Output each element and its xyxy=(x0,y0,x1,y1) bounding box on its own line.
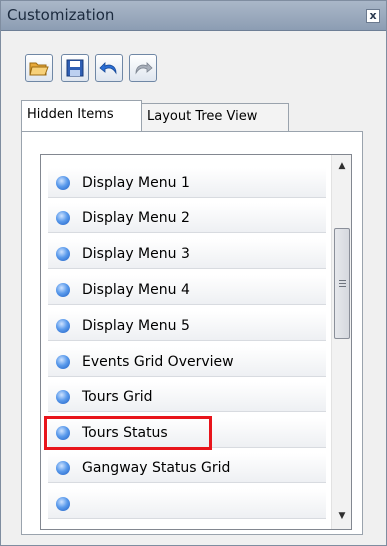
bullet-icon xyxy=(56,319,70,333)
list-item[interactable]: Display Menu 3 xyxy=(48,239,326,269)
scroll-thumb[interactable] xyxy=(334,228,350,339)
list-item-label: Tours Grid xyxy=(82,389,153,405)
tab-strip: Hidden Items Layout Tree View xyxy=(21,100,321,132)
list-item-label: Display Menu 2 xyxy=(82,210,190,226)
tab-layout-tree-view[interactable]: Layout Tree View xyxy=(141,103,289,131)
list-item-label: Display Menu 3 xyxy=(82,246,190,262)
close-button[interactable]: x xyxy=(366,9,380,23)
hidden-items-list[interactable]: Display Menu 1 Display Menu 2 Display Me… xyxy=(40,154,352,530)
undo-button[interactable] xyxy=(95,54,123,82)
scroll-up-arrow-icon[interactable]: ▲ xyxy=(332,157,351,175)
list-item[interactable]: Display Menu 4 xyxy=(48,275,326,305)
redo-arrow-icon xyxy=(135,62,153,75)
list-item[interactable]: Gangway Status Grid xyxy=(48,453,326,483)
grip-icon xyxy=(339,280,346,287)
list-item[interactable]: Display Menu 2 xyxy=(48,203,326,233)
undo-arrow-icon xyxy=(99,62,117,75)
bullet-icon xyxy=(56,497,70,511)
bullet-icon xyxy=(56,247,70,261)
list-item-label: Events Grid Overview xyxy=(82,354,234,370)
folder-open-icon xyxy=(29,62,49,76)
vertical-scrollbar[interactable]: ▲ ▼ xyxy=(331,155,351,529)
list-item-label: Display Menu 5 xyxy=(82,318,190,334)
open-button[interactable] xyxy=(25,54,53,82)
bullet-icon xyxy=(56,283,70,297)
list-item[interactable]: Display Menu 5 xyxy=(48,311,326,341)
selection-highlight xyxy=(44,416,212,450)
bullet-icon xyxy=(56,176,70,190)
title-bar[interactable]: Customization x xyxy=(1,1,386,31)
bullet-icon xyxy=(56,211,70,225)
floppy-disk-icon xyxy=(66,59,84,77)
bullet-icon xyxy=(56,390,70,404)
tab-panel: Display Menu 1 Display Menu 2 Display Me… xyxy=(21,131,363,535)
redo-button[interactable] xyxy=(129,54,157,82)
list-item[interactable]: Events Grid Overview xyxy=(48,347,326,377)
list-item-label: Display Menu 1 xyxy=(82,175,190,191)
list-item-label: Display Menu 4 xyxy=(82,282,190,298)
list-item[interactable]: Tours Grid xyxy=(48,382,326,412)
bullet-icon xyxy=(56,355,70,369)
toolbar xyxy=(25,54,195,86)
bullet-icon xyxy=(56,461,70,475)
save-button[interactable] xyxy=(61,54,89,82)
list-item-label: Gangway Status Grid xyxy=(82,460,231,476)
scroll-down-arrow-icon[interactable]: ▼ xyxy=(332,507,351,525)
list-item[interactable]: Display Menu 1 xyxy=(48,168,326,198)
window-title: Customization xyxy=(7,6,115,24)
tab-hidden-items[interactable]: Hidden Items xyxy=(21,100,142,131)
list-item-partial[interactable] xyxy=(48,489,326,519)
customization-window: Customization x Hidden Items Layout Tree… xyxy=(0,0,387,546)
